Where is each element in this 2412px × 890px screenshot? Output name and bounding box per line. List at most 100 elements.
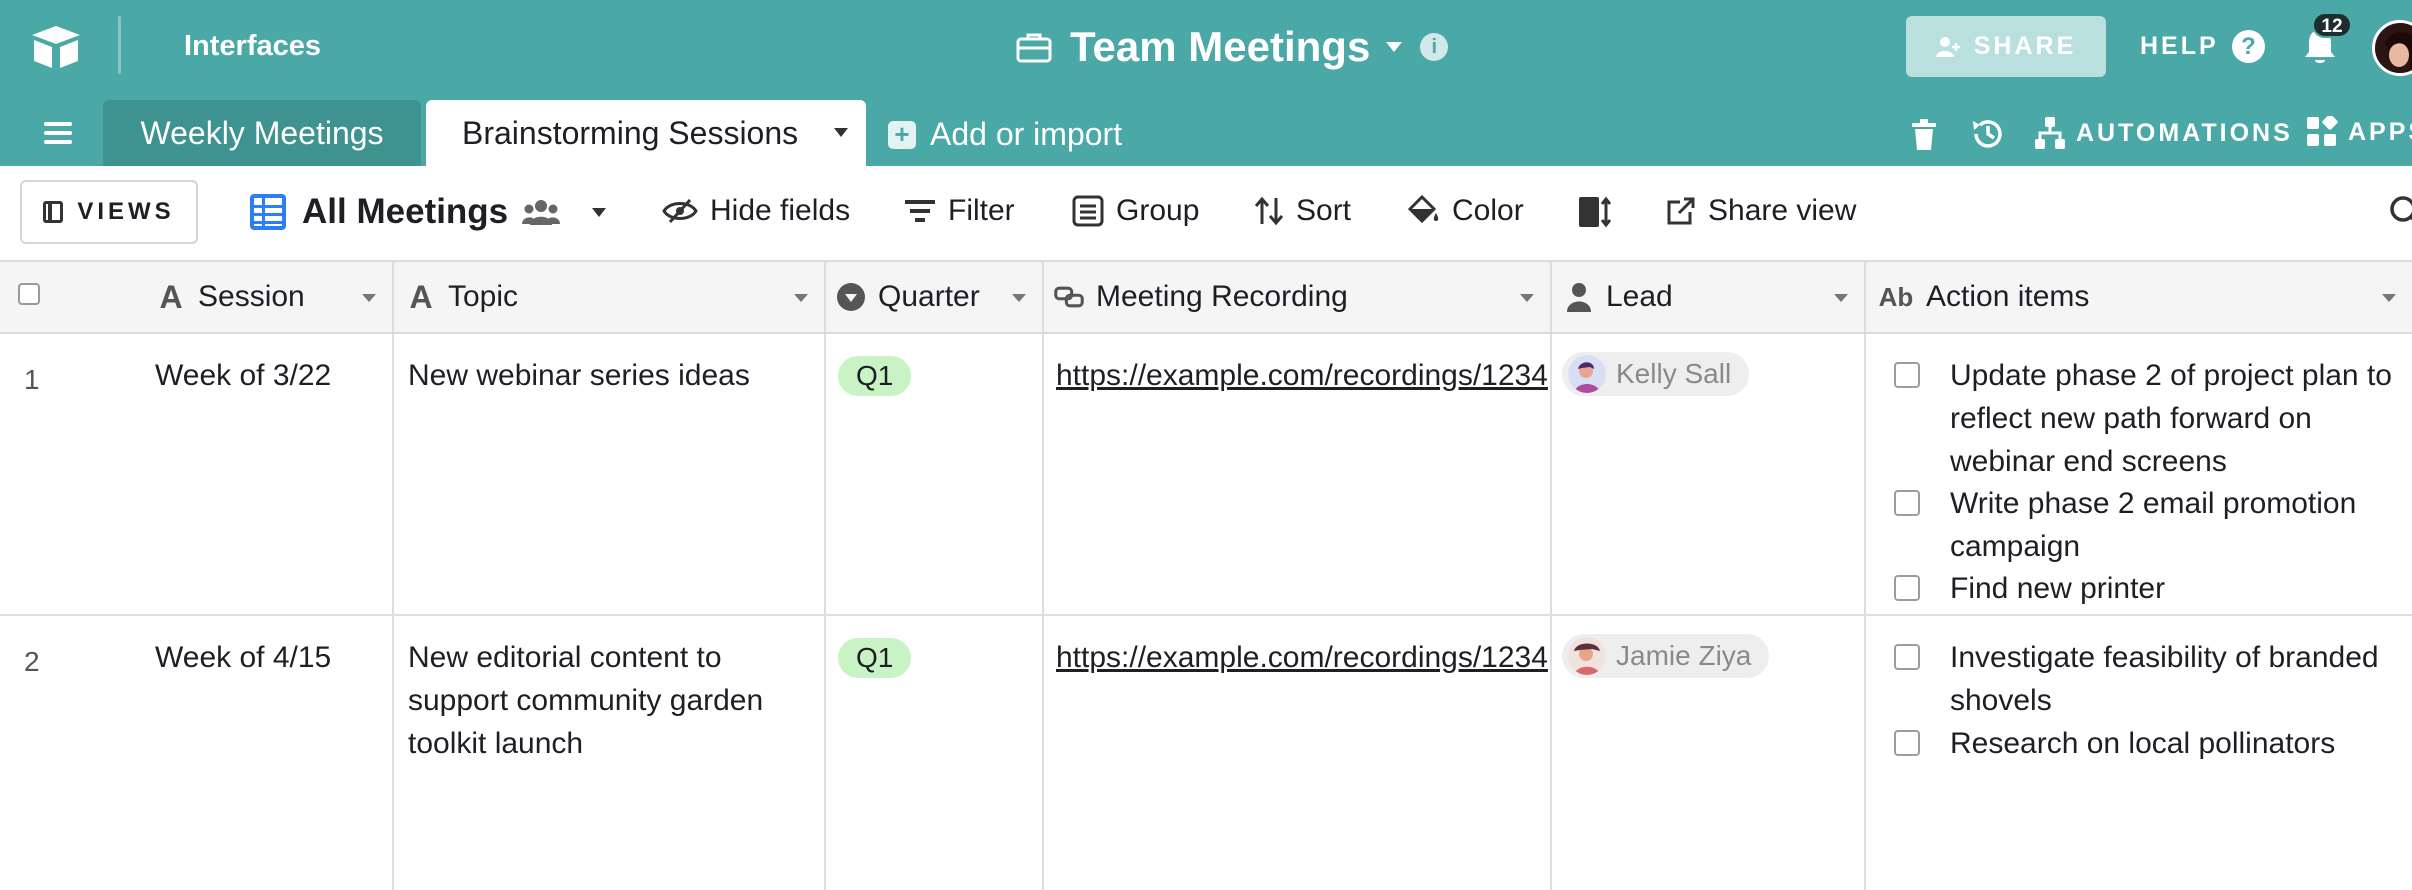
column-header-topic[interactable]: A Topic [394, 262, 826, 332]
action-checkbox[interactable] [1894, 730, 1920, 756]
row-number: 2 [24, 646, 40, 677]
user-avatar[interactable] [2372, 20, 2412, 76]
tab-brainstorming-sessions[interactable]: Brainstorming Sessions [426, 100, 866, 166]
action-text: Investigate feasibility of branded shove… [1950, 641, 2379, 717]
action-item: Update phase 2 of project plan to reflec… [1894, 354, 2412, 483]
filter-icon [905, 200, 935, 222]
url-icon [1054, 282, 1084, 312]
session-cell[interactable]: Week of 3/22 [140, 334, 394, 614]
table-row[interactable]: 1 Week of 3/22 New webinar series ideas … [0, 334, 2412, 616]
chevron-down-icon[interactable] [2382, 294, 2396, 302]
recording-cell[interactable]: https://example.com/recordings/1234 [1044, 334, 1552, 614]
column-label: Topic [448, 280, 519, 313]
group-button[interactable]: Group [1072, 194, 1199, 228]
share-view-button[interactable]: Share view [1666, 194, 1856, 228]
apps-icon [2307, 116, 2338, 146]
action-checkbox[interactable] [1894, 362, 1920, 388]
share-view-icon [1667, 197, 1695, 225]
automations-icon [2035, 117, 2065, 149]
select-all-checkbox[interactable] [18, 283, 40, 305]
apps-button[interactable]: APPS [2306, 116, 2412, 148]
action-item: Research on local pollinators [1894, 722, 2412, 765]
add-import-label: Add or import [930, 116, 1123, 152]
help-link[interactable]: HELP [2140, 32, 2219, 61]
airtable-logo-icon[interactable] [30, 24, 82, 70]
grid-header-row: A Session A Topic Quarter Meeting Record… [0, 262, 2412, 334]
share-button[interactable]: SHARE [1906, 16, 2106, 77]
column-header-action-items[interactable]: Ab Action items [1866, 262, 2412, 332]
action-checkbox[interactable] [1894, 575, 1920, 601]
base-title-menu[interactable]: Team Meetings i [1016, 22, 1449, 72]
action-item: Find new printer [1894, 567, 2412, 610]
view-switcher[interactable]: All Meetings [250, 192, 607, 232]
recording-link[interactable]: https://example.com/recordings/1234 [1056, 636, 1552, 679]
chevron-down-icon[interactable] [794, 294, 808, 302]
lead-chip: Kelly Sall [1562, 352, 1750, 396]
lead-cell[interactable]: Jamie Ziya [1552, 616, 1866, 890]
table-row[interactable]: 2 Week of 4/15 New editorial content to … [0, 616, 2412, 890]
recording-cell[interactable]: https://example.com/recordings/1234 [1044, 616, 1552, 890]
action-items-cell[interactable]: Investigate feasibility of branded shove… [1866, 616, 2412, 890]
lead-cell[interactable]: Kelly Sall [1552, 334, 1866, 614]
chevron-down-icon[interactable] [1386, 42, 1403, 52]
session-value: Week of 3/22 [155, 359, 332, 392]
chevron-down-icon[interactable] [1834, 294, 1848, 302]
avatar [1568, 637, 1606, 675]
column-header-session[interactable]: A Session [140, 262, 394, 332]
hamburger-menu-icon[interactable] [44, 122, 72, 144]
color-button[interactable]: Color [1406, 194, 1524, 228]
action-items-cell[interactable]: Update phase 2 of project plan to reflec… [1866, 334, 2412, 614]
topic-cell[interactable]: New editorial content to support communi… [394, 616, 826, 890]
column-header-lead[interactable]: Lead [1552, 262, 1866, 332]
records-grid: A Session A Topic Quarter Meeting Record… [0, 262, 2412, 890]
chevron-down-icon[interactable] [1520, 294, 1534, 302]
column-header-quarter[interactable]: Quarter [826, 262, 1044, 332]
quarter-cell[interactable]: Q1 [826, 616, 1044, 890]
tab-weekly-meetings[interactable]: Weekly Meetings [103, 100, 421, 166]
topic-value: New editorial content to support communi… [408, 641, 764, 760]
collaborative-view-icon [522, 200, 561, 225]
lead-name: Kelly Sall [1616, 358, 1732, 389]
quarter-cell[interactable]: Q1 [826, 334, 1044, 614]
lead-name: Jamie Ziya [1616, 640, 1752, 671]
recording-link[interactable]: https://example.com/recordings/1234 [1056, 354, 1552, 397]
automations-label: AUTOMATIONS [2076, 118, 2293, 147]
sort-button[interactable]: Sort [1254, 194, 1351, 228]
action-checkbox[interactable] [1894, 644, 1920, 670]
session-value: Week of 4/15 [155, 641, 332, 674]
history-icon[interactable] [1970, 116, 2006, 152]
column-header-meeting-recording[interactable]: Meeting Recording [1044, 262, 1552, 332]
row-number-cell: 1 [0, 334, 140, 614]
help-icon[interactable]: ? [2232, 30, 2265, 63]
row-height-icon[interactable] [1578, 196, 1612, 228]
views-button[interactable]: VIEWS [20, 180, 198, 244]
quarter-tag: Q1 [838, 638, 912, 678]
top-divider [118, 16, 121, 74]
chevron-down-icon[interactable] [362, 294, 376, 302]
trash-icon[interactable] [1910, 118, 1938, 152]
share-view-label: Share view [1708, 194, 1857, 227]
tab-label: Weekly Meetings [140, 114, 384, 151]
action-text: Research on local pollinators [1950, 727, 2336, 760]
add-or-import-button[interactable]: + Add or import [888, 116, 1122, 153]
action-item: Write phase 2 email promotion campaign [1894, 482, 2412, 568]
search-icon[interactable] [2388, 194, 2412, 230]
automations-button[interactable]: AUTOMATIONS [2034, 116, 2293, 150]
info-icon[interactable]: i [1420, 33, 1449, 61]
text-icon: A [409, 278, 433, 315]
share-people-icon [1935, 36, 1960, 57]
chevron-down-icon[interactable] [834, 128, 848, 137]
chevron-down-icon[interactable] [592, 207, 607, 217]
interfaces-link[interactable]: Interfaces [184, 30, 321, 63]
action-checkbox[interactable] [1894, 490, 1920, 516]
text-icon: A [159, 278, 183, 315]
table-tabs-bar: Weekly Meetings Brainstorming Sessions +… [0, 96, 2412, 166]
hide-fields-button[interactable]: Hide fields [662, 194, 850, 228]
rich-text-icon: Ab [1878, 281, 1914, 312]
select-all-cell [0, 262, 140, 332]
chevron-down-icon[interactable] [1012, 294, 1026, 302]
session-cell[interactable]: Week of 4/15 [140, 616, 394, 890]
topic-cell[interactable]: New webinar series ideas [394, 334, 826, 614]
action-item: Investigate feasibility of branded shove… [1894, 636, 2412, 722]
filter-button[interactable]: Filter [904, 194, 1015, 228]
